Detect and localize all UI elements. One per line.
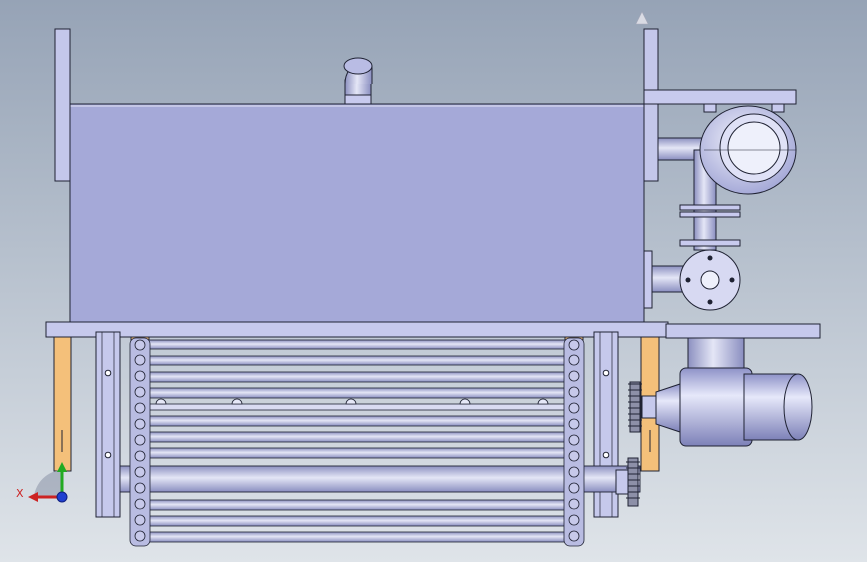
right-chain <box>563 337 585 547</box>
motor-base-plate <box>665 323 821 339</box>
x-axis-label: X <box>16 487 24 500</box>
view-arrow-icon <box>635 11 649 25</box>
base-plate <box>45 321 669 338</box>
axis-triad: X <box>16 462 68 503</box>
drive-sprocket-upper <box>628 381 642 433</box>
conveyor-slats <box>119 339 641 543</box>
cad-viewport[interactable]: X <box>0 0 867 562</box>
right-end-plate <box>643 28 659 182</box>
slat-lugs <box>155 398 549 405</box>
pump-assembly <box>643 89 797 311</box>
assembly-drawing: X <box>16 11 821 547</box>
top-inlet-pipe <box>343 57 373 105</box>
left-chain <box>129 337 151 547</box>
left-end-plate <box>54 28 71 182</box>
drive-sprocket-lower <box>615 457 640 507</box>
tank-body <box>69 103 645 323</box>
gear-motor <box>641 337 813 447</box>
